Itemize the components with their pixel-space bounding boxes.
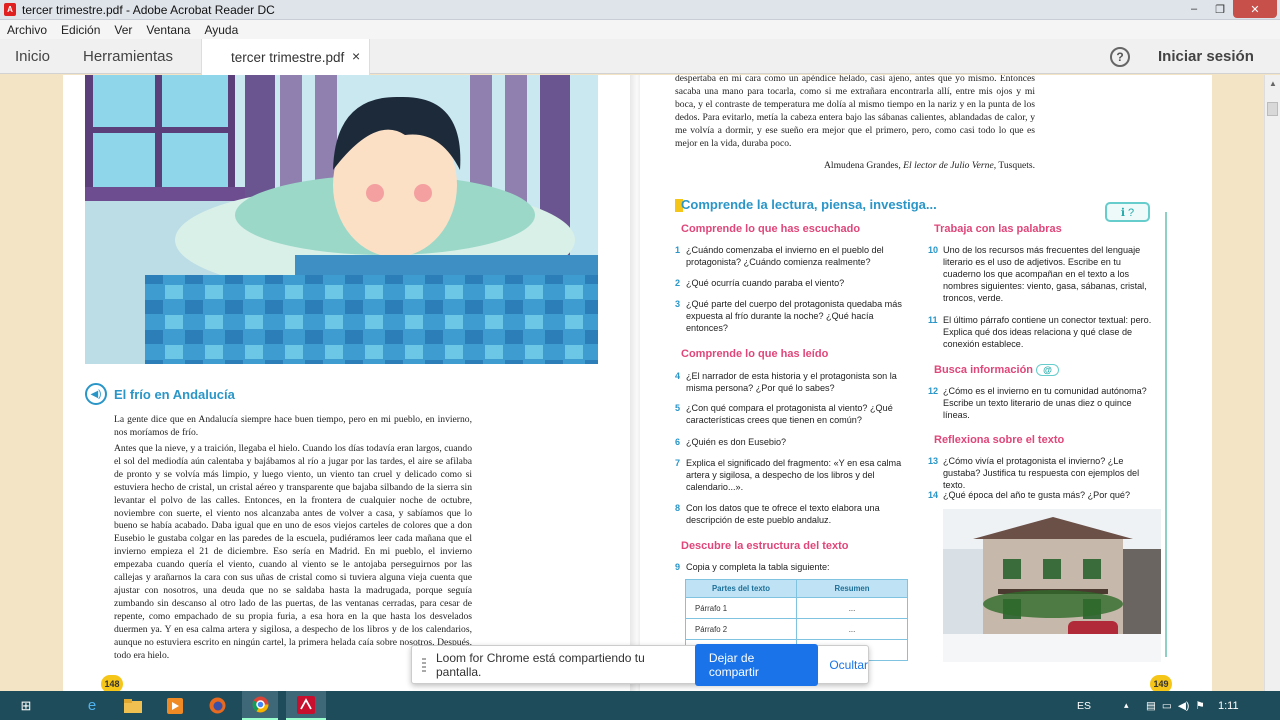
document-viewer[interactable]: ◀) El frío en Andalucía La gente dice qu… xyxy=(0,75,1264,691)
page-number-left: 148 xyxy=(101,675,123,691)
question-12: 12 ¿Cómo es el invierno en tu comunidad a… xyxy=(928,386,1147,420)
menu-ver[interactable]: Ver xyxy=(107,23,139,37)
page-number-right: 149 xyxy=(1150,675,1172,691)
tab-tools[interactable]: Herramientas xyxy=(83,39,173,74)
illustration-boy-in-bed xyxy=(85,75,598,364)
table-cell: Párrafo 1 xyxy=(686,598,797,618)
table-row: Párrafo 1... xyxy=(686,597,907,618)
question-1: 1 ¿Cuándo comenzaba el invierno en el pue… xyxy=(675,245,884,267)
scrollbar-thumb[interactable] xyxy=(1267,102,1278,116)
menu-ventana[interactable]: Ventana xyxy=(139,23,197,37)
tab-bar: Inicio Herramientas tercer trimestre.pdf… xyxy=(0,39,1280,75)
story-paragraph-1: La gente dice que en Andalucía siempre h… xyxy=(114,414,472,438)
question-9: 9 Copia y completa la tabla siguiente: xyxy=(675,562,830,572)
story-credit: Almudena Grandes, El lector de Julio Ver… xyxy=(824,160,1036,171)
question-5: 5 ¿Con qué compara el protagonista al vie… xyxy=(675,403,893,425)
tab-close-icon[interactable]: × xyxy=(352,48,360,64)
question-10: 10 Uno de los recursos más frecuentes del… xyxy=(928,245,1147,303)
story-paragraph-2: Antes que la nieve, y a traición, llegab… xyxy=(114,443,472,661)
vertical-scrollbar[interactable]: ▲ xyxy=(1264,75,1280,691)
title-bar: A tercer trimestre.pdf - Adobe Acrobat R… xyxy=(0,0,1280,20)
table-header: Resumen xyxy=(834,584,870,593)
internet-explorer-icon[interactable]: e xyxy=(75,691,109,720)
window-title: tercer trimestre.pdf - Adobe Acrobat Rea… xyxy=(22,2,275,17)
info-badge-icon: ℹ ? xyxy=(1105,202,1150,222)
section-title: Comprende la lectura, piensa, investiga.… xyxy=(675,197,937,213)
table-header-row: Partes del texto Resumen xyxy=(686,580,907,597)
sign-in-button[interactable]: Iniciar sesión xyxy=(1158,48,1254,65)
media-player-icon[interactable] xyxy=(158,691,192,720)
loom-sharing-bar: Loom for Chrome está compartiendo tu pan… xyxy=(411,643,869,686)
section-title-text: omprende la lectura, piensa, investiga..… xyxy=(690,197,937,212)
help-icon[interactable]: ? xyxy=(1110,47,1130,67)
question-7: 7 Explica el significado del fragmento: «… xyxy=(675,458,902,492)
story-title: El frío en Andalucía xyxy=(114,387,235,402)
heading-comprende-leido: Comprende lo que has leído xyxy=(681,348,829,360)
tab-document-label: tercer trimestre.pdf xyxy=(231,49,345,65)
firefox-icon[interactable] xyxy=(200,691,234,720)
heading-trabaja-palabras: Trabaja con las palabras xyxy=(934,223,1062,235)
right-page: despertaba en mi cara como un apéndice h… xyxy=(640,75,1212,691)
speaker-icon[interactable]: ◀) xyxy=(85,383,107,405)
question-6: 6 ¿Quién es don Eusebio? xyxy=(675,437,787,447)
maximize-button[interactable]: ❐ xyxy=(1207,0,1233,18)
house-photo xyxy=(943,509,1161,662)
clock[interactable]: 1:11 xyxy=(1218,691,1239,720)
heading-reflexiona: Reflexiona sobre el texto xyxy=(934,434,1065,446)
acrobat-icon: A xyxy=(4,3,16,16)
menu-ayuda[interactable]: Ayuda xyxy=(197,23,245,37)
scroll-up-icon[interactable]: ▲ xyxy=(1269,79,1277,88)
hide-button[interactable]: Ocultar xyxy=(829,658,868,672)
story-continuation: despertaba en mi cara como un apéndice h… xyxy=(675,75,1035,149)
heading-comprende-escuchado: Comprende lo que has escuchado xyxy=(681,223,861,235)
tray-expand-icon[interactable]: ▴ xyxy=(1124,691,1129,720)
menu-bar: Archivo Edición Ver Ventana Ayuda xyxy=(0,20,1280,39)
network-icon[interactable]: ▤ xyxy=(1146,700,1156,712)
flag-icon[interactable]: ⚑ xyxy=(1195,700,1204,712)
table-row: Párrafo 2... xyxy=(686,618,907,639)
loom-message: Loom for Chrome está compartiendo tu pan… xyxy=(436,650,645,679)
table-cell: Párrafo 2 xyxy=(686,619,797,639)
minimize-button[interactable]: – xyxy=(1181,0,1207,18)
table-cell: ... xyxy=(848,624,856,634)
taskbar: ⊞ e ES ▴ ▤ ▭ ◀) ⚑ 1:11 xyxy=(0,691,1280,720)
table-cell: ... xyxy=(848,603,856,613)
menu-edicion[interactable]: Edición xyxy=(54,23,107,37)
drag-handle-icon[interactable] xyxy=(422,657,426,672)
tab-home[interactable]: Inicio xyxy=(15,39,50,74)
language-indicator[interactable]: ES xyxy=(1077,691,1091,720)
question-8: 8 Con los datos que te ofrece el texto el… xyxy=(675,503,880,525)
left-page: ◀) El frío en Andalucía La gente dice qu… xyxy=(63,75,637,691)
section-border xyxy=(1165,212,1167,657)
heading-descubre-estructura: Descubre la estructura del texto xyxy=(681,540,849,552)
question-2: 2 ¿Qué ocurría cuando paraba el viento? xyxy=(675,278,845,288)
menu-archivo[interactable]: Archivo xyxy=(0,23,54,37)
start-icon[interactable]: ⊞ xyxy=(14,691,38,720)
volume-icon[interactable]: ◀) xyxy=(1178,700,1190,712)
table-header: Partes del texto xyxy=(686,580,797,597)
file-explorer-icon[interactable] xyxy=(116,691,150,720)
question-14: 14 ¿Qué época del año te gusta más? ¿Por … xyxy=(928,490,1131,500)
question-13: 13 ¿Cómo vivía el protagonista el inviern… xyxy=(928,456,1140,490)
question-11: 11 El último párrafo contiene un conector… xyxy=(928,315,1152,349)
battery-icon[interactable]: ▭ xyxy=(1162,700,1172,712)
acrobat-taskbar-icon[interactable] xyxy=(286,691,326,720)
section-title-initial: C xyxy=(681,197,691,212)
tray-icons: ▤ ▭ ◀) ⚑ xyxy=(1146,691,1205,720)
heading-busca-informacion: Busca información @ xyxy=(934,364,1059,376)
question-4: 4 ¿El narrador de esta historia y el prot… xyxy=(675,371,897,393)
chrome-icon[interactable] xyxy=(242,691,278,720)
stop-sharing-button[interactable]: Dejar de compartir xyxy=(694,643,819,686)
tab-document[interactable]: tercer trimestre.pdf × xyxy=(201,39,370,75)
close-button[interactable]: ✕ xyxy=(1233,0,1277,18)
question-3: 3 ¿Qué parte del cuerpo del protagonista … xyxy=(675,299,902,333)
web-badge-icon: @ xyxy=(1036,364,1059,376)
